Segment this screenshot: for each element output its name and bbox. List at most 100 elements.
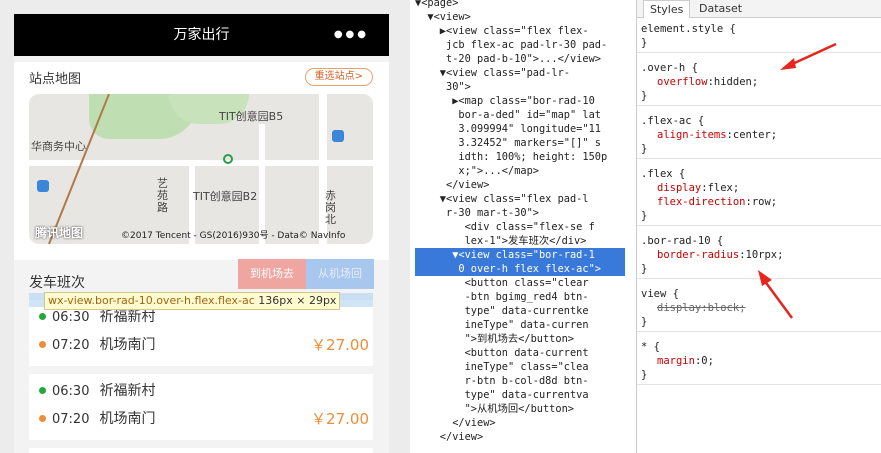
depart-place: 祈福新村: [99, 383, 156, 399]
css-declaration[interactable]: margin:0;: [641, 354, 877, 368]
depart-dot-icon: [39, 387, 46, 394]
dom-tree-line[interactable]: r-30 mar-t-30">: [415, 206, 625, 220]
css-value: center;: [732, 129, 778, 141]
dom-tree-line[interactable]: lex-1">发车班次</div>: [415, 234, 625, 248]
css-property: overflow: [657, 76, 708, 88]
dom-tree-line[interactable]: ▼<view>: [415, 10, 625, 24]
dom-tree-line[interactable]: ">从机场回</button>: [415, 402, 625, 416]
depart-place: 祈福新村: [99, 309, 156, 325]
dom-tree-line[interactable]: ineType" class="clea: [415, 360, 625, 374]
css-selector: .bor-rad-10 {: [641, 235, 724, 247]
bus-stop-icon: [332, 130, 344, 142]
dom-tree-line[interactable]: idth: 100%; height: 150p: [415, 150, 625, 164]
annotation-arrow-icon: [780, 42, 837, 70]
depart-dot-icon: [39, 313, 46, 320]
tab-styles[interactable]: Styles: [643, 0, 691, 18]
dom-tree-line[interactable]: <button data-current: [415, 346, 625, 360]
css-value: row;: [751, 196, 778, 208]
tab-dataset[interactable]: Dataset: [693, 0, 748, 18]
css-declaration[interactable]: align-items:center;: [641, 128, 877, 142]
dom-tree-line[interactable]: ▶<view class="flex flex-: [415, 24, 625, 38]
arrival-row: 07:20 机场南门 ￥27.00: [39, 334, 369, 356]
dom-tree-line[interactable]: ineType" data-curren: [415, 318, 625, 332]
map-section-title: 站点地图: [29, 72, 82, 87]
annotation-arrow-icon: [758, 270, 794, 319]
dom-tree-line[interactable]: </view>: [415, 178, 625, 192]
map-label: 赤岗北: [325, 189, 336, 226]
dom-tree-line[interactable]: ▼<page>: [415, 0, 625, 10]
dom-tree-line[interactable]: <button class="clear: [415, 276, 625, 290]
dom-tree-line[interactable]: r-btn b-col-d8d btn-: [415, 374, 625, 388]
trip-card[interactable]: 06:30 祈福新村 07:20 机场南门 ￥27.00: [29, 374, 373, 440]
tooltip-selector: wx-view.bor-rad-10.over-h.flex.flex-ac: [48, 294, 255, 307]
to-airport-button[interactable]: 到机场去: [238, 259, 306, 289]
css-value: 10rpx;: [745, 249, 784, 261]
css-declaration[interactable]: display:flex;: [641, 181, 877, 195]
css-value: block;: [707, 302, 746, 314]
styles-tabs: Styles Dataset: [637, 0, 881, 18]
phone-screen: 万家出行 ●●● 站点地图 重选站点> TIT创意园B5 华商务中心 TIT创意…: [14, 14, 389, 453]
trip-card-partial: [29, 448, 373, 453]
css-selector: .flex {: [641, 168, 686, 180]
dom-tree-line[interactable]: -btn bgimg_red4 btn-: [415, 290, 625, 304]
css-rule-close: }: [641, 210, 648, 222]
arrive-dot-icon: [39, 415, 46, 422]
arrive-time: 07:20: [52, 412, 90, 427]
dom-tree-line[interactable]: bor-a-ded" id="map" lat: [415, 108, 625, 122]
arrive-place: 机场南门: [99, 337, 156, 353]
css-property: border-radius: [657, 249, 740, 261]
css-rule[interactable]: * {margin:0;}: [637, 338, 881, 385]
css-selector: element.style {: [641, 23, 736, 35]
map-label: TIT创意园B5: [219, 110, 284, 123]
depart-time: 06:30: [52, 310, 90, 325]
dom-tree-line[interactable]: ▼<view class="pad-lr-: [415, 66, 625, 80]
css-rule-close: }: [641, 369, 648, 381]
dom-tree-line[interactable]: jcb flex-ac pad-lr-30 pad-: [415, 38, 625, 52]
dom-tree-line[interactable]: 3.099994" longitude="11: [415, 122, 625, 136]
css-property: display: [657, 302, 702, 314]
css-declaration[interactable]: border-radius:10rpx;: [641, 248, 877, 262]
css-selector: .flex-ac {: [641, 115, 705, 127]
css-rule-close: }: [641, 90, 648, 102]
css-property: display: [657, 182, 702, 194]
css-property: flex-direction: [657, 196, 746, 208]
css-rule[interactable]: .flex {display:flex; flex-direction:row;}: [637, 165, 881, 226]
dom-tree-line[interactable]: ▼<view class="bor-rad-1: [415, 248, 625, 262]
trip-price: ￥27.00: [311, 336, 369, 354]
dom-tree-line[interactable]: ▼<view class="flex pad-l: [415, 192, 625, 206]
css-selector: * {: [641, 341, 660, 353]
map-label: 艺苑路: [157, 177, 168, 214]
depart-time: 06:30: [52, 384, 90, 399]
navigation-bar: 万家出行 ●●●: [14, 14, 389, 56]
dom-tree-line[interactable]: ▶<map class="bor-rad-10: [415, 94, 625, 108]
trip-price: ￥27.00: [311, 410, 369, 428]
dom-tree-line[interactable]: t-20 pad-b-10">...</view>: [415, 52, 625, 66]
css-value: flex;: [707, 182, 740, 194]
inspect-tooltip: wx-view.bor-rad-10.over-h.flex.flex-ac 1…: [44, 292, 341, 310]
css-declaration[interactable]: flex-direction:row;: [641, 195, 877, 209]
dom-tree-line[interactable]: 30">: [415, 80, 625, 94]
dom-tree-line[interactable]: x;">...</map>: [415, 164, 625, 178]
menu-dots-icon[interactable]: ●●●: [334, 14, 369, 56]
arrive-place: 机场南门: [99, 411, 156, 427]
dom-tree-line[interactable]: type" data-currentva: [415, 388, 625, 402]
station-map[interactable]: TIT创意园B5 华商务中心 TIT创意园B2 艺苑路 赤岗北 腾讯地图 ©20…: [29, 94, 373, 244]
map-credit: ©2017 Tencent - GS(2016)930号 - Data© Nav…: [121, 231, 346, 241]
choose-station-button[interactable]: 重选站点>: [304, 68, 373, 86]
dom-tree-line[interactable]: ">到机场去</button>: [415, 332, 625, 346]
dom-tree-line[interactable]: 3.32452" markers="[]" s: [415, 136, 625, 150]
tooltip-size: 136px × 29px: [258, 294, 337, 307]
dom-tree-line[interactable]: <div class="flex-se f: [415, 220, 625, 234]
app-title: 万家出行: [173, 27, 230, 43]
map-label: 华商务中心: [31, 140, 86, 153]
dom-tree-line[interactable]: </view>: [415, 416, 625, 430]
bus-stop-icon: [37, 180, 49, 192]
css-rule-close: }: [641, 143, 648, 155]
dom-tree-line[interactable]: type" data-currentke: [415, 304, 625, 318]
arrival-row: 07:20 机场南门 ￥27.00: [39, 408, 369, 430]
dom-tree-line[interactable]: 0 over-h flex flex-ac">: [415, 262, 625, 276]
css-property: align-items: [657, 129, 727, 141]
css-rule[interactable]: .flex-ac {align-items:center;}: [637, 112, 881, 159]
dom-tree-line[interactable]: </view>: [415, 430, 625, 444]
from-airport-button[interactable]: 从机场回: [306, 259, 374, 289]
